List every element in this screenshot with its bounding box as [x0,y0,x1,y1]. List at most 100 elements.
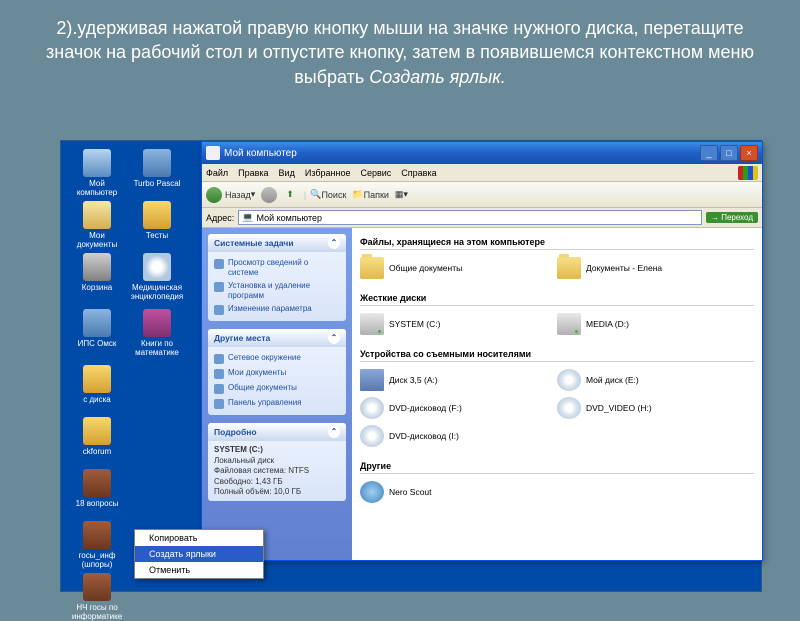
window-title: Мой компьютер [224,148,297,159]
close-button[interactable]: × [740,145,758,161]
windows-flag-icon [738,166,758,180]
desktop-icon[interactable]: Книги по математике [129,309,185,357]
item-icon [557,369,581,391]
go-button[interactable]: → Переход [706,212,758,223]
app-icon [83,573,111,601]
app-icon [83,521,111,549]
menu-item[interactable]: Вид [279,168,295,178]
drive-item[interactable]: Мой диск (E:) [557,366,754,394]
item-icon [360,481,384,503]
menu-item[interactable]: Избранное [305,168,351,178]
item-icon [360,369,384,391]
desktop-icon[interactable]: ИПС Омск [69,309,125,348]
views-button[interactable]: ▦▾ [395,189,408,200]
minimize-button[interactable]: _ [700,145,718,161]
chevron-icon: ⌃ [328,237,340,249]
drive-item[interactable]: Документы - Елена [557,254,754,282]
task-link[interactable]: Мои документы [214,366,340,381]
desktop-icon[interactable]: НЧ госы по информатике [69,573,125,621]
item-icon [557,257,581,279]
desktop: Мой компьютерTurbo PascalАрхивМои докуме… [60,140,762,592]
task-panel: Подробно⌃ SYSTEM (C:)Локальный дискФайлов… [208,423,346,501]
menu-item[interactable]: Сервис [360,168,391,178]
task-panel: Другие места⌃ Сетевое окружениеМои докуме… [208,329,346,415]
item-icon [557,397,581,419]
app-icon [143,149,171,177]
panel-header[interactable]: Системные задачи⌃ [208,234,346,252]
task-link[interactable]: Общие документы [214,381,340,396]
context-menu-item[interactable]: Отменить [135,562,263,578]
slide-title: 2).удерживая нажатой правую кнопку мыши … [0,0,800,97]
task-link[interactable]: Сетевое окружение [214,351,340,366]
content-pane: Файлы, хранящиеся на этом компьютере Общи… [352,228,762,560]
app-icon [83,469,111,497]
desktop-icon[interactable]: с диска [69,365,125,404]
desktop-icon[interactable]: госы_инф (шпоры) [69,521,125,569]
drive-item[interactable]: DVD-дисковод (I:) [360,422,557,450]
item-icon [360,257,384,279]
item-icon [360,397,384,419]
folders-button[interactable]: 📁 Папки [352,189,389,200]
app-icon [83,201,111,229]
address-bar: Адрес: 💻Мой компьютер → Переход [202,208,762,228]
app-icon [83,253,111,281]
item-icon [360,425,384,447]
drive-item[interactable]: Диск 3,5 (A:) [360,366,557,394]
task-link[interactable]: Изменение параметра [214,302,340,317]
drive-item[interactable]: Nero Scout [360,478,557,506]
task-panel: Системные задачи⌃ Просмотр сведений о сис… [208,234,346,321]
drive-item[interactable]: DVD_VIDEO (H:) [557,394,754,422]
item-icon [557,313,581,335]
desktop-icon[interactable]: Тесты [129,201,185,240]
toolbar: Назад ▾ ⬆ | 🔍 Поиск 📁 Папки ▦▾ [202,182,762,208]
menubar: Файл Правка Вид Избранное Сервис Справка [202,164,762,182]
desktop-icon[interactable]: 18 вопросы [69,469,125,508]
forward-button[interactable] [261,187,280,203]
explorer-window: Мой компьютер _ □ × Файл Правка Вид Избранн… [201,141,763,561]
up-button[interactable]: ⬆ [286,189,294,200]
drive-item[interactable]: Общие документы [360,254,557,282]
app-icon [83,149,111,177]
menu-item[interactable]: Справка [401,168,436,178]
task-pane: Системные задачи⌃ Просмотр сведений о сис… [202,228,352,560]
task-link[interactable]: Установка и удаление программ [214,279,340,302]
desktop-icon[interactable]: Корзина [69,253,125,292]
context-menu-item[interactable]: Создать ярлыки [135,546,263,562]
task-link[interactable]: Панель управления [214,396,340,411]
app-icon [83,309,111,337]
titlebar[interactable]: Мой компьютер _ □ × [202,142,762,164]
desktop-icon[interactable]: Медицинская энциклопедия [129,253,185,301]
app-icon [83,417,111,445]
computer-icon [206,146,220,160]
maximize-button[interactable]: □ [720,145,738,161]
section-header: Файлы, хранящиеся на этом компьютере [360,234,754,250]
section-header: Устройства со съемными носителями [360,346,754,362]
desktop-icon[interactable]: Turbo Pascal [129,149,185,188]
app-icon [143,201,171,229]
panel-header[interactable]: Другие места⌃ [208,329,346,347]
app-icon [83,365,111,393]
drive-item[interactable]: DVD-дисковод (F:) [360,394,557,422]
drive-item[interactable]: SYSTEM (C:) [360,310,557,338]
desktop-icon[interactable]: Мои документы [69,201,125,249]
task-link[interactable]: Просмотр сведений о системе [214,256,340,279]
context-menu: КопироватьСоздать ярлыкиОтменить [134,529,264,579]
menu-item[interactable]: Правка [238,168,268,178]
section-header: Другие [360,458,754,474]
panel-header[interactable]: Подробно⌃ [208,423,346,441]
app-icon [143,253,171,281]
app-icon [143,309,171,337]
chevron-icon: ⌃ [328,426,340,438]
section-header: Жесткие диски [360,290,754,306]
details-text: SYSTEM (C:)Локальный дискФайловая систем… [214,445,340,497]
chevron-icon: ⌃ [328,332,340,344]
address-field[interactable]: 💻Мой компьютер [238,210,702,225]
desktop-icon[interactable]: Мой компьютер [69,149,125,197]
drive-item[interactable]: MEDIA (D:) [557,310,754,338]
back-button[interactable]: Назад ▾ [206,187,255,203]
menu-item[interactable]: Файл [206,168,228,178]
desktop-icon[interactable]: ckforum [69,417,125,456]
context-menu-item[interactable]: Копировать [135,530,263,546]
search-button[interactable]: 🔍 Поиск [310,189,346,200]
item-icon [360,313,384,335]
